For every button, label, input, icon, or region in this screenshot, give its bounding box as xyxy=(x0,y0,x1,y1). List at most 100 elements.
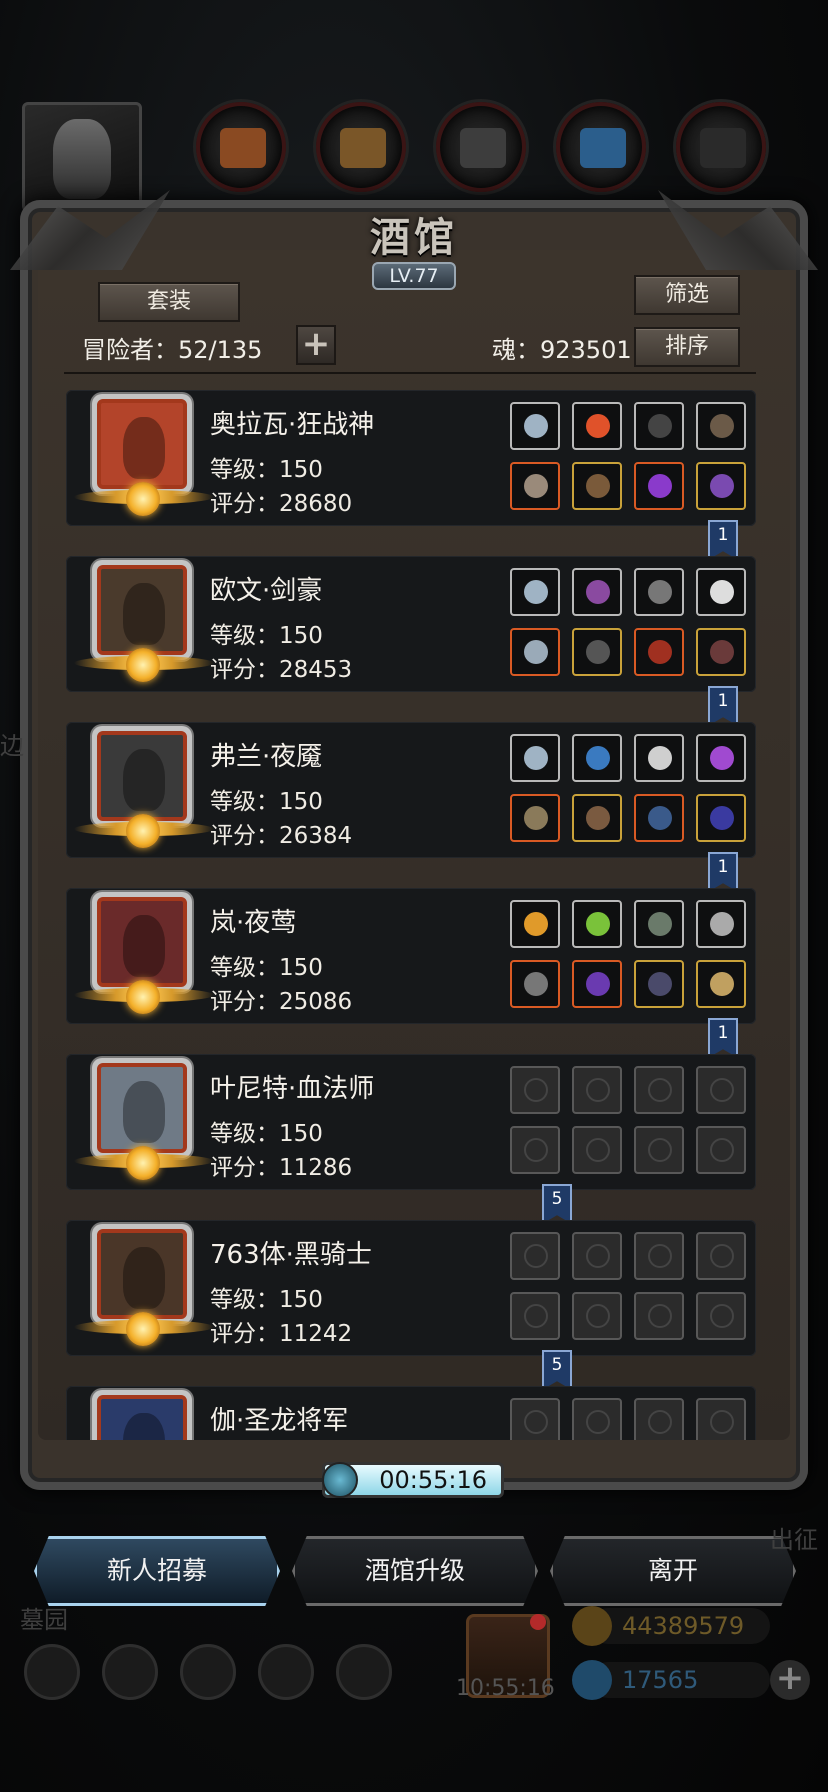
settings-icon[interactable] xyxy=(24,1644,80,1700)
header-divider xyxy=(64,372,756,374)
empty-slot-ring-icon[interactable] xyxy=(696,1292,746,1340)
empty-slot-armor-icon[interactable] xyxy=(572,1126,622,1174)
resource-stone-icon[interactable] xyxy=(436,102,526,192)
equipment-staff-icon[interactable] xyxy=(634,568,684,616)
rank-badge: 1 xyxy=(708,520,738,560)
equipment-gun-icon[interactable] xyxy=(510,960,560,1008)
equipment-helmet-icon[interactable] xyxy=(634,628,684,676)
hero-card[interactable]: 伽·圣龙将军 xyxy=(66,1386,756,1440)
equipment-cloak-icon[interactable] xyxy=(510,734,560,782)
rank-badge: 1 xyxy=(708,1018,738,1058)
resource-meat-icon[interactable] xyxy=(196,102,286,192)
equipment-orb-icon[interactable] xyxy=(572,734,622,782)
equipment-horn-icon[interactable] xyxy=(634,734,684,782)
hero-card[interactable]: 岚·夜莺 等级：150 评分：25086 xyxy=(66,888,756,1024)
empty-slot-ring-icon[interactable] xyxy=(696,1126,746,1174)
equipment-bow-icon[interactable] xyxy=(510,794,560,842)
resource-wood-icon[interactable] xyxy=(316,102,406,192)
add-currency-button[interactable]: + xyxy=(770,1660,810,1700)
equipment-skull-icon[interactable] xyxy=(696,568,746,616)
empty-slot-necklace-icon[interactable] xyxy=(510,1398,560,1440)
clock-icon xyxy=(322,1462,358,1498)
equipment-armor-icon[interactable] xyxy=(572,960,622,1008)
player-avatar[interactable] xyxy=(22,102,142,212)
bag-icon[interactable] xyxy=(336,1644,392,1700)
empty-slot-rune-icon[interactable] xyxy=(634,1232,684,1280)
hero-portrait xyxy=(92,726,192,826)
empty-slot-potion-icon[interactable] xyxy=(572,1398,622,1440)
equipment-crystal-icon[interactable] xyxy=(572,568,622,616)
equipment-blade-icon[interactable] xyxy=(696,900,746,948)
empty-slot-rune-icon[interactable] xyxy=(634,1398,684,1440)
equipment-cloak-icon[interactable] xyxy=(510,568,560,616)
equipment-ring-icon[interactable] xyxy=(696,462,746,510)
rank-badge: 5 xyxy=(542,1184,572,1224)
hero-card[interactable]: 弗兰·夜魇 等级：150 评分：26384 xyxy=(66,722,756,858)
equipment-sword-icon[interactable] xyxy=(510,628,560,676)
empty-slot-rune-icon[interactable] xyxy=(696,1232,746,1280)
equipment-crossbow-icon[interactable] xyxy=(696,402,746,450)
rank-emblem-icon xyxy=(126,648,160,682)
soul-count: 魂：923501 xyxy=(492,336,632,364)
equipment-bracer-icon[interactable] xyxy=(696,794,746,842)
empty-slot-rune-icon[interactable] xyxy=(696,1066,746,1114)
hero-name: 欧文·剑豪 xyxy=(210,576,323,606)
equipment-dagger-icon[interactable] xyxy=(634,794,684,842)
equipment-cloak-icon[interactable] xyxy=(510,402,560,450)
hero-avatar xyxy=(97,399,187,489)
hero-portrait xyxy=(92,1390,192,1440)
empty-slot-ring-icon[interactable] xyxy=(634,1292,684,1340)
set-button[interactable]: 套装 xyxy=(98,282,240,322)
hero-list[interactable]: 奥拉瓦·狂战神 等级：150 评分：28680 1 欧文·剑豪 等级：150 评… xyxy=(64,388,764,1440)
empty-slot-staff-icon[interactable] xyxy=(510,1126,560,1174)
equipment-goggles-icon[interactable] xyxy=(634,900,684,948)
rank-badge: 5 xyxy=(542,1350,572,1390)
hero-level: 等级：150 xyxy=(210,789,323,815)
hero-score: 评分：11286 xyxy=(210,1155,353,1181)
recruit-button[interactable]: 新人招募 xyxy=(34,1536,280,1606)
rank-emblem-icon xyxy=(126,980,160,1014)
equipment-gem-icon[interactable] xyxy=(634,462,684,510)
hero-card[interactable]: 奥拉瓦·狂战神 等级：150 评分：28680 xyxy=(66,390,756,526)
achievement-icon[interactable] xyxy=(102,1644,158,1700)
empty-slot-ring-icon[interactable] xyxy=(634,1126,684,1174)
equipment-amulet-icon[interactable] xyxy=(634,960,684,1008)
equipment-armor-icon[interactable] xyxy=(572,628,622,676)
equipment-pendant-icon[interactable] xyxy=(696,960,746,1008)
empty-slot-sword-icon[interactable] xyxy=(510,1292,560,1340)
resource-crystal-icon[interactable] xyxy=(556,102,646,192)
sort-button[interactable]: 排序 xyxy=(634,327,740,367)
hero-card[interactable]: 763体·黑骑士 等级：150 评分：11242 xyxy=(66,1220,756,1356)
guild-icon[interactable] xyxy=(180,1644,236,1700)
equipment-gem-icon[interactable] xyxy=(696,734,746,782)
rank-badge: 1 xyxy=(708,852,738,892)
leave-button[interactable]: 离开 xyxy=(550,1536,796,1606)
resource-iron-icon[interactable] xyxy=(676,102,766,192)
hero-avatar xyxy=(97,897,187,987)
filter-button[interactable]: 筛选 xyxy=(634,275,740,315)
equipment-fire-ring-icon[interactable] xyxy=(510,900,560,948)
empty-slot-potion-icon[interactable] xyxy=(572,1066,622,1114)
equipment-armor-icon[interactable] xyxy=(572,462,622,510)
equipment-armor-icon[interactable] xyxy=(572,794,622,842)
hero-level: 等级：150 xyxy=(210,1287,323,1313)
equipment-flame-icon[interactable] xyxy=(572,402,622,450)
empty-slot-necklace-icon[interactable] xyxy=(510,1232,560,1280)
empty-slot-armor-icon[interactable] xyxy=(572,1292,622,1340)
empty-slot-rune-icon[interactable] xyxy=(696,1398,746,1440)
empty-slot-potion-icon[interactable] xyxy=(572,1232,622,1280)
equipment-axe-icon[interactable] xyxy=(510,462,560,510)
equipment-stone-icon[interactable] xyxy=(634,402,684,450)
hero-level: 等级：150 xyxy=(210,457,323,483)
equipment-belt-icon[interactable] xyxy=(696,628,746,676)
hero-card[interactable]: 欧文·剑豪 等级：150 评分：28453 xyxy=(66,556,756,692)
mail-icon[interactable] xyxy=(258,1644,314,1700)
hero-avatar xyxy=(97,1229,187,1319)
add-capacity-button[interactable]: + xyxy=(296,325,336,365)
hero-card[interactable]: 叶尼特·血法师 等级：150 评分：11286 xyxy=(66,1054,756,1190)
empty-slot-rune-icon[interactable] xyxy=(634,1066,684,1114)
gold-amount: 44389579 xyxy=(622,1612,745,1640)
upgrade-tavern-button[interactable]: 酒馆升级 xyxy=(292,1536,538,1606)
equipment-potion-icon[interactable] xyxy=(572,900,622,948)
empty-slot-necklace-icon[interactable] xyxy=(510,1066,560,1114)
